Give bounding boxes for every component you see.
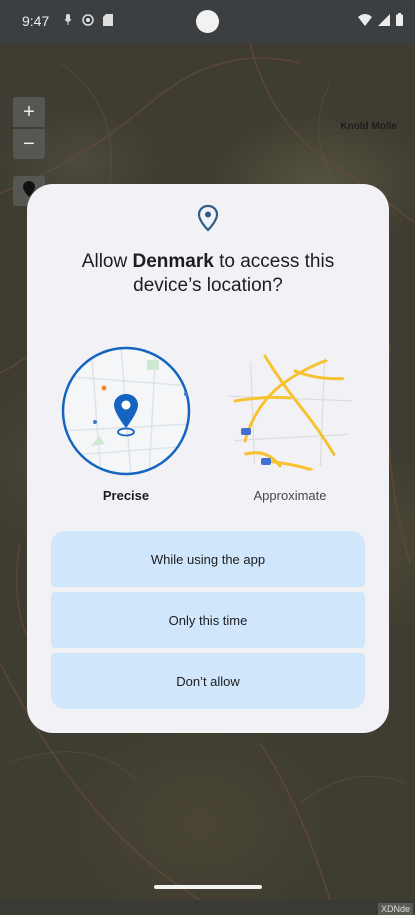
dont-allow-button[interactable]: Don’t allow: [51, 653, 365, 709]
approximate-label: Approximate: [253, 488, 327, 503]
precise-label: Precise: [102, 488, 150, 503]
map-attribution[interactable]: XDNde: [377, 903, 413, 915]
title-prefix: Allow: [81, 251, 133, 272]
dialog-title: Allow Denmark to access this device’s lo…: [47, 250, 369, 298]
status-time: 9:47: [22, 13, 50, 29]
mic-icon: [62, 13, 74, 26]
globe-icon: [82, 13, 94, 26]
precise-location-option[interactable]: [61, 346, 191, 476]
map-place-label: Knold Molle: [340, 121, 397, 132]
location-pin-icon: [196, 204, 220, 237]
battery-icon: [396, 13, 403, 31]
precise-map-icon: [61, 346, 191, 476]
zoom-out-button[interactable]: −: [13, 129, 45, 159]
approximate-map-icon: [227, 348, 353, 474]
while-using-app-button[interactable]: While using the app: [51, 531, 365, 587]
sim-card-icon: [102, 13, 114, 26]
camera-cutout: [196, 10, 219, 33]
location-permission-dialog: Allow Denmark to access this device’s lo…: [27, 184, 389, 733]
signal-icon: [378, 13, 390, 31]
approximate-location-option[interactable]: [225, 346, 355, 476]
zoom-in-button[interactable]: +: [13, 97, 45, 127]
only-this-time-button[interactable]: Only this time: [51, 592, 365, 648]
gesture-nav-handle[interactable]: [154, 885, 262, 889]
wifi-icon: [358, 13, 372, 31]
status-bar: 9:47: [0, 0, 415, 43]
app-name: Denmark: [132, 251, 214, 272]
